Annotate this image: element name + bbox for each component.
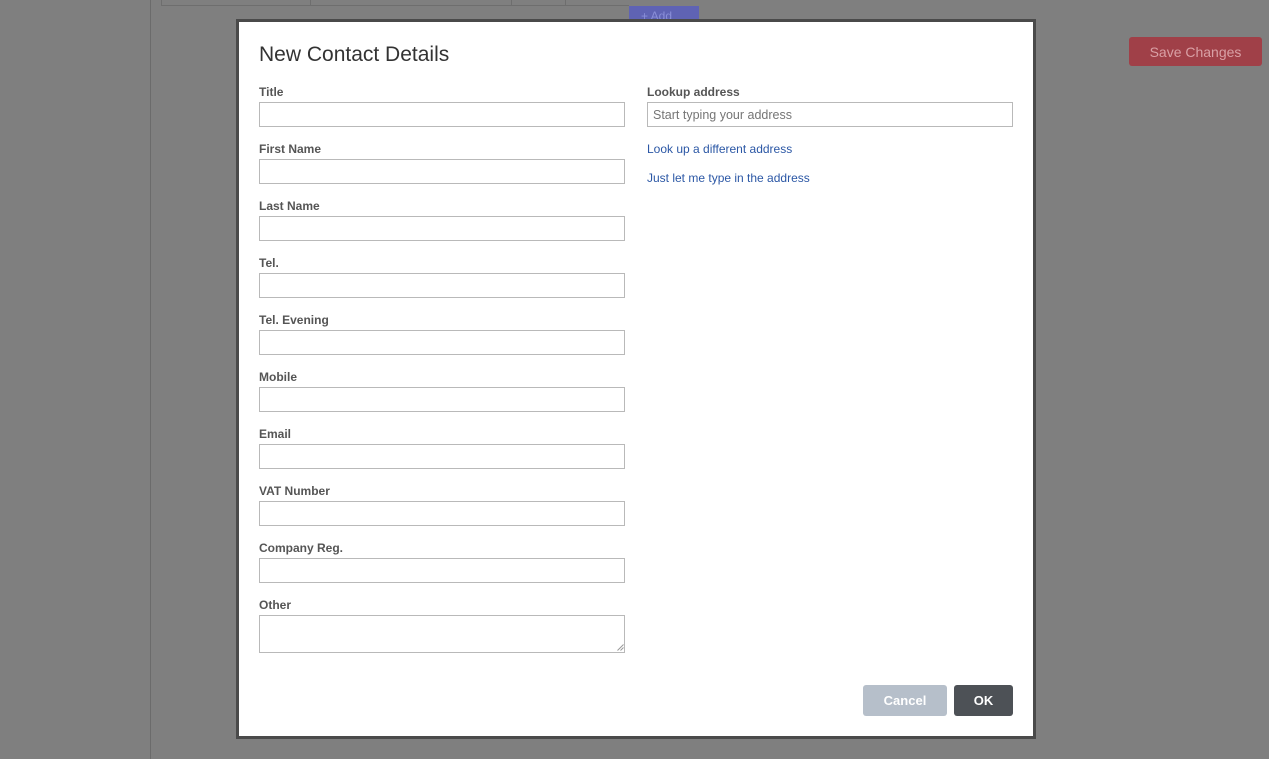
other-label: Other xyxy=(259,598,292,612)
vat-number-input[interactable] xyxy=(259,501,625,526)
save-changes-button: Save Changes xyxy=(1129,37,1262,66)
tel-input[interactable] xyxy=(259,273,625,298)
look-up-different-address-link[interactable]: Look up a different address xyxy=(647,142,792,156)
resize-grip-icon[interactable] xyxy=(617,644,624,651)
cancel-button[interactable]: Cancel xyxy=(863,685,947,716)
background-sidebar-divider xyxy=(150,0,151,759)
tel-evening-input[interactable] xyxy=(259,330,625,355)
email-input[interactable] xyxy=(259,444,625,469)
background-add-button: + Add xyxy=(629,6,699,20)
first-name-label: First Name xyxy=(259,142,322,156)
vat-number-label: VAT Number xyxy=(259,484,330,498)
manual-address-entry-link[interactable]: Just let me type in the address xyxy=(647,171,810,185)
email-label: Email xyxy=(259,427,292,441)
mobile-label: Mobile xyxy=(259,370,297,384)
ok-button[interactable]: OK xyxy=(954,685,1013,716)
title-input[interactable] xyxy=(259,102,625,127)
other-textarea[interactable] xyxy=(259,615,625,653)
company-reg-label: Company Reg. xyxy=(259,541,344,555)
last-name-label: Last Name xyxy=(259,199,320,213)
new-contact-dialog: New Contact Details Title First Name Las… xyxy=(236,19,1036,739)
lookup-address-input[interactable] xyxy=(647,102,1013,127)
company-reg-input[interactable] xyxy=(259,558,625,583)
dialog-title: New Contact Details xyxy=(259,43,450,66)
last-name-input[interactable] xyxy=(259,216,625,241)
first-name-input[interactable] xyxy=(259,159,625,184)
lookup-address-label: Lookup address xyxy=(647,85,740,99)
title-label: Title xyxy=(259,85,284,99)
tel-label: Tel. xyxy=(259,256,279,270)
tel-evening-label: Tel. Evening xyxy=(259,313,329,327)
mobile-input[interactable] xyxy=(259,387,625,412)
background-table xyxy=(161,0,629,6)
